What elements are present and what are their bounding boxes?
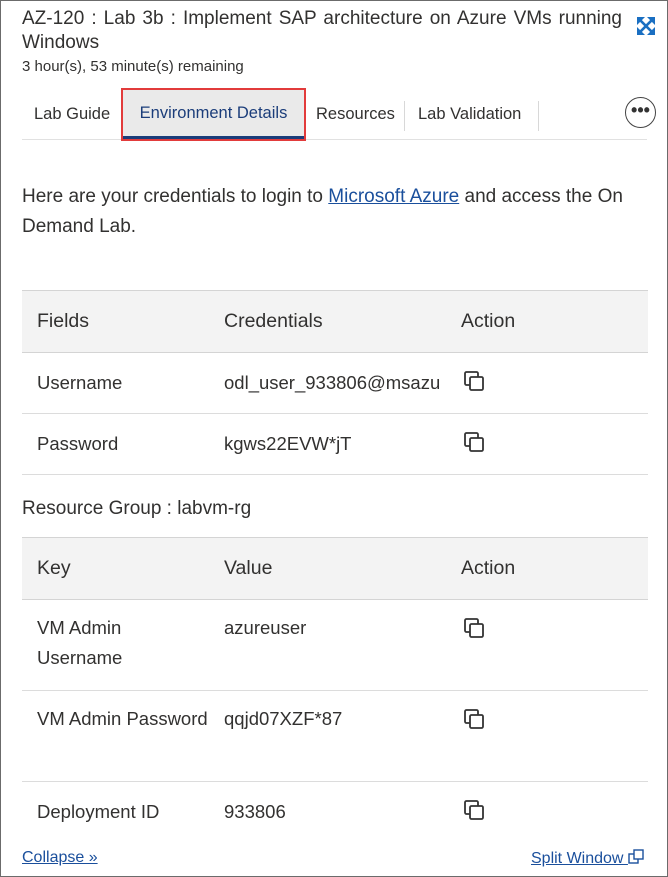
lab-panel: AZ-120 : Lab 3b : Implement SAP architec… [0, 0, 668, 877]
value-username: odl_user_933806@msazu [209, 352, 446, 414]
value-password: kgws22EVW*jT [209, 413, 446, 475]
table-row: Deployment ID 933806 [22, 782, 648, 843]
copy-icon[interactable] [463, 799, 485, 821]
table-header-row: Fields Credentials Action [22, 290, 648, 353]
intro-prefix: Here are your credentials to login to [22, 186, 329, 207]
value-vm-admin-password: qqjd07XZF*87 [209, 690, 446, 782]
credentials-table: Fields Credentials Action Username odl_u… [22, 290, 648, 475]
column-header-credentials: Credentials [209, 290, 446, 353]
resource-group-table: Key Value Action VM Admin Username azure… [22, 537, 648, 843]
lab-title: AZ-120 : Lab 3b : Implement SAP architec… [22, 8, 622, 53]
field-username: Username [22, 352, 209, 414]
collapse-link[interactable]: Collapse » [22, 849, 98, 867]
action-cell [446, 782, 648, 843]
table-row: Username odl_user_933806@msazu [22, 352, 648, 414]
microsoft-azure-link[interactable]: Microsoft Azure [328, 186, 459, 207]
copy-icon[interactable] [463, 370, 485, 392]
column-header-value: Value [209, 537, 446, 600]
copy-icon[interactable] [463, 431, 485, 453]
split-window-icon [628, 849, 644, 864]
tab-lab-guide[interactable]: Lab Guide [34, 101, 110, 131]
tab-resources[interactable]: Resources [316, 101, 395, 131]
key-vm-admin-username: VM Admin Username [22, 599, 209, 691]
tab-divider [404, 101, 405, 131]
intro-text: Here are your credentials to login to Mi… [22, 182, 637, 242]
column-header-action: Action [446, 537, 648, 600]
column-header-fields: Fields [22, 290, 209, 353]
column-header-action: Action [446, 290, 648, 353]
tab-bar: Lab Guide Environment Details Resources … [22, 88, 656, 141]
value-vm-admin-username: azureuser [209, 599, 446, 691]
tab-environment-details[interactable]: Environment Details [121, 88, 306, 141]
table-row: Password kgws22EVW*jT [22, 413, 648, 475]
resource-group-label: Resource Group : labvm-rg [22, 498, 252, 519]
tab-divider [538, 101, 539, 131]
table-header-row: Key Value Action [22, 537, 648, 600]
key-vm-admin-password: VM Admin Password [22, 690, 209, 782]
tab-lab-validation[interactable]: Lab Validation [418, 101, 521, 131]
action-cell [446, 690, 648, 782]
time-remaining: 3 hour(s), 53 minute(s) remaining [22, 58, 244, 75]
value-deployment-id: 933806 [224, 801, 286, 823]
key-deployment-id: Deployment ID [37, 801, 160, 823]
copy-icon[interactable] [463, 708, 485, 730]
split-window-label: Split Window [531, 850, 624, 867]
action-cell [446, 352, 648, 414]
action-cell [446, 413, 648, 475]
copy-icon[interactable] [463, 617, 485, 639]
column-header-key: Key [22, 537, 209, 600]
table-row: VM Admin Username azureuser [22, 599, 648, 691]
split-window-link[interactable]: Split Window [531, 849, 644, 868]
action-cell [446, 599, 648, 691]
field-password: Password [22, 413, 209, 475]
more-options-button[interactable]: ••• [625, 97, 656, 128]
expand-arrows-icon[interactable] [635, 15, 657, 37]
table-row: VM Admin Password qqjd07XZF*87 [22, 690, 648, 782]
